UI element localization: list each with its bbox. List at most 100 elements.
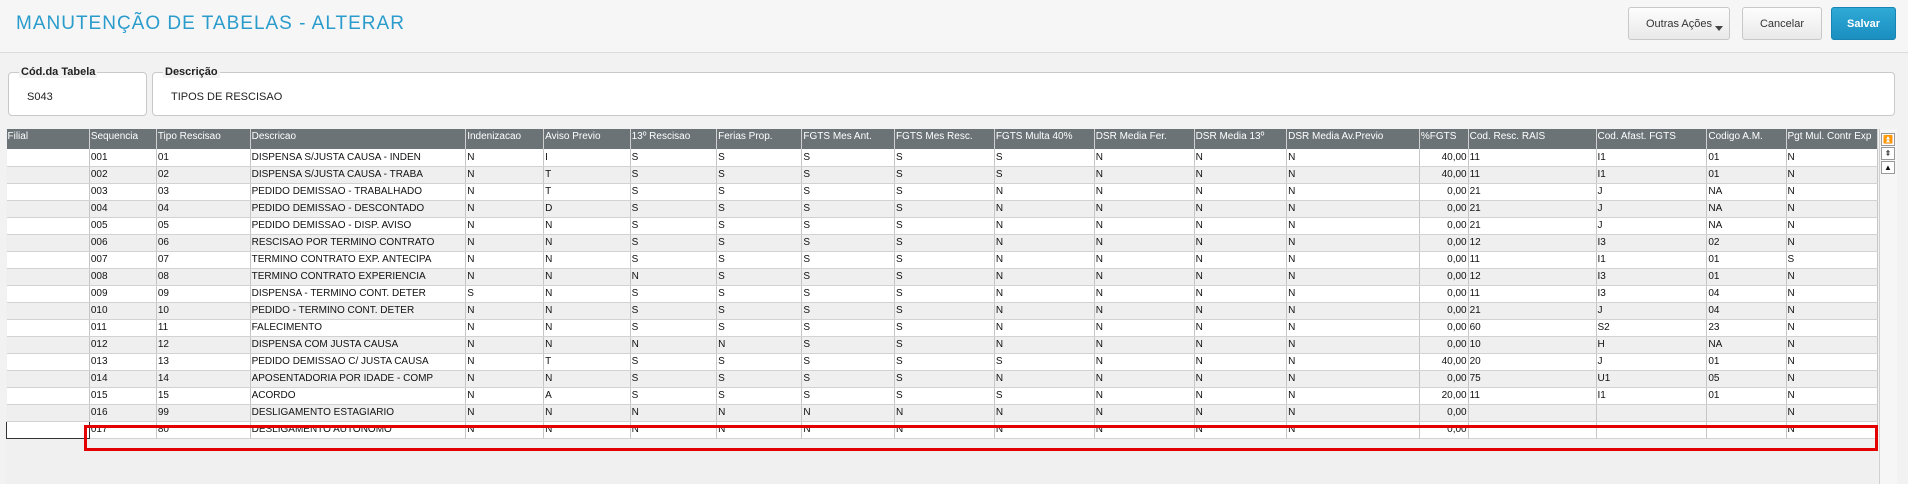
table-cell[interactable]: S <box>801 251 895 269</box>
table-cell[interactable]: 0,00 <box>1419 268 1469 286</box>
table-cell[interactable]: N <box>1786 370 1878 388</box>
table-cell[interactable]: S <box>630 183 718 201</box>
table-cell[interactable]: 005 <box>89 217 157 235</box>
table-cell[interactable]: N <box>1786 404 1878 422</box>
table-cell[interactable] <box>6 370 90 388</box>
table-cell[interactable] <box>1596 421 1708 439</box>
table-cell[interactable]: N <box>1094 234 1195 252</box>
table-cell[interactable] <box>6 302 90 320</box>
table-cell[interactable]: S <box>994 387 1095 405</box>
column-header[interactable]: DSR Media Av.Previo <box>1286 129 1420 149</box>
table-cell[interactable]: N <box>1094 217 1195 235</box>
table-cell[interactable]: 013 <box>89 353 157 371</box>
table-cell[interactable]: DESLIGAMENTO AUTONOMO <box>250 421 467 439</box>
table-cell[interactable]: S <box>801 319 895 337</box>
table-cell[interactable]: DISPENSA S/JUSTA CAUSA - TRABA <box>250 166 467 184</box>
table-cell[interactable]: S <box>716 149 803 167</box>
table-cell[interactable]: N <box>994 285 1095 303</box>
table-cell[interactable]: J <box>1596 200 1708 218</box>
table-cell[interactable]: S <box>801 353 895 371</box>
table-cell[interactable]: N <box>1194 353 1288 371</box>
table-cell[interactable]: N <box>630 336 718 354</box>
table-cell[interactable]: N <box>894 404 995 422</box>
table-cell[interactable]: 011 <box>89 319 157 337</box>
table-cell[interactable]: 0,00 <box>1419 234 1469 252</box>
table-cell[interactable]: 21 <box>1468 183 1597 201</box>
table-cell[interactable]: 11 <box>1468 251 1597 269</box>
table-cell[interactable] <box>1468 421 1597 439</box>
table-cell[interactable]: N <box>1786 234 1878 252</box>
table-cell[interactable]: N <box>543 370 631 388</box>
table-cell[interactable]: 11 <box>1468 285 1597 303</box>
table-cell[interactable]: 003 <box>89 183 157 201</box>
table-cell[interactable]: N <box>1094 353 1195 371</box>
table-cell[interactable]: N <box>543 302 631 320</box>
table-cell[interactable]: 80 <box>156 421 251 439</box>
table-cell[interactable] <box>6 200 90 218</box>
table-cell[interactable]: S <box>630 251 718 269</box>
table-cell[interactable] <box>6 319 90 337</box>
table-cell[interactable] <box>6 149 90 167</box>
table-cell[interactable]: N <box>994 217 1095 235</box>
table-cell[interactable]: S <box>801 200 895 218</box>
table-cell[interactable]: N <box>465 234 545 252</box>
table-cell[interactable]: S <box>894 200 995 218</box>
table-cell[interactable]: N <box>1786 149 1878 167</box>
table-cell[interactable]: S <box>994 353 1095 371</box>
table-cell[interactable]: N <box>1194 251 1288 269</box>
table-cell[interactable]: S <box>630 285 718 303</box>
table-cell[interactable]: N <box>994 234 1095 252</box>
table-cell[interactable]: N <box>1286 251 1420 269</box>
table-cell[interactable]: N <box>1286 302 1420 320</box>
column-header[interactable]: %FGTS <box>1419 129 1469 149</box>
table-cell[interactable]: N <box>465 217 545 235</box>
table-cell[interactable] <box>6 404 90 422</box>
table-cell[interactable]: N <box>465 183 545 201</box>
table-cell[interactable]: N <box>1194 387 1288 405</box>
table-cell[interactable]: N <box>716 421 803 439</box>
table-cell[interactable]: 20,00 <box>1419 387 1469 405</box>
table-cell[interactable]: N <box>465 421 545 439</box>
table-cell[interactable]: S <box>894 251 995 269</box>
table-cell[interactable] <box>6 268 90 286</box>
table-cell[interactable]: N <box>994 421 1095 439</box>
table-cell[interactable]: 01 <box>1706 387 1787 405</box>
table-cell[interactable]: 09 <box>156 285 251 303</box>
table-cell[interactable]: N <box>994 336 1095 354</box>
table-cell[interactable]: N <box>1286 336 1420 354</box>
table-cell[interactable]: 007 <box>89 251 157 269</box>
table-cell[interactable]: N <box>1194 234 1288 252</box>
table-row[interactable]: 015 15 ACORDO N A S S S S S N N N 20,00 11 I1 01 N <box>6 387 1878 405</box>
table-cell[interactable] <box>6 251 90 269</box>
table-cell[interactable]: I1 <box>1596 149 1708 167</box>
table-cell[interactable]: 012 <box>89 336 157 354</box>
table-cell[interactable]: N <box>716 336 803 354</box>
table-cell[interactable]: N <box>465 319 545 337</box>
table-cell[interactable]: N <box>1786 302 1878 320</box>
table-cell[interactable]: S <box>801 302 895 320</box>
table-cell[interactable]: 10 <box>1468 336 1597 354</box>
table-cell[interactable]: N <box>1286 166 1420 184</box>
table-cell[interactable]: S <box>716 200 803 218</box>
description-field[interactable]: Descrição TIPOS DE RESCISAO <box>152 66 1895 116</box>
table-cell[interactable]: N <box>465 336 545 354</box>
table-cell[interactable]: T <box>543 353 631 371</box>
table-cell[interactable]: N <box>1094 285 1195 303</box>
table-cell[interactable]: N <box>1786 183 1878 201</box>
table-cell[interactable]: S <box>801 336 895 354</box>
table-cell[interactable]: RESCISAO POR TERMINO CONTRATO <box>250 234 467 252</box>
table-cell[interactable]: S <box>994 166 1095 184</box>
column-header[interactable]: Cod. Resc. RAIS <box>1468 129 1597 149</box>
table-cell[interactable]: N <box>1286 319 1420 337</box>
column-header[interactable]: Descricao <box>250 129 467 149</box>
table-cell[interactable]: PEDIDO DEMISSAO C/ JUSTA CAUSA <box>250 353 467 371</box>
table-cell[interactable]: S <box>1786 251 1878 269</box>
table-cell[interactable]: 11 <box>1468 166 1597 184</box>
table-row[interactable]: 004 04 PEDIDO DEMISSAO - DESCONTADO N D S S S S N… <box>6 200 1878 218</box>
table-cell[interactable]: S <box>994 149 1095 167</box>
table-cell[interactable] <box>6 420 90 439</box>
table-cell[interactable]: S <box>801 149 895 167</box>
table-cell[interactable]: 0,00 <box>1419 285 1469 303</box>
table-cell[interactable]: 99 <box>156 404 251 422</box>
table-cell[interactable]: N <box>801 421 895 439</box>
